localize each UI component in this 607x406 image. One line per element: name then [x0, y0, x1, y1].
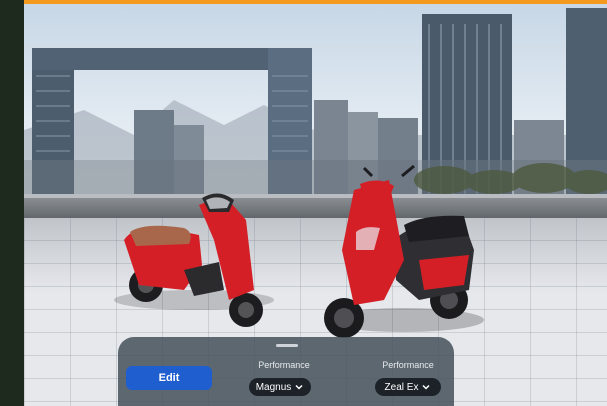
- left-performance-label: Performance: [258, 360, 310, 370]
- left-model-select[interactable]: Magnus: [249, 378, 311, 396]
- compare-panel: Edit Performance Magnus Performance Zeal…: [118, 337, 454, 406]
- right-model-select[interactable]: Zeal Ex: [375, 378, 441, 396]
- chevron-down-icon: [422, 384, 430, 390]
- right-performance-label: Performance: [382, 360, 434, 370]
- edit-button[interactable]: Edit: [126, 366, 212, 390]
- left-model-value: Magnus: [255, 381, 292, 393]
- chevron-down-icon: [295, 384, 303, 390]
- right-model-value: Zeal Ex: [384, 381, 419, 393]
- drag-handle[interactable]: [276, 344, 298, 347]
- viewer-scene: Edit Performance Magnus Performance Zeal…: [24, 0, 607, 406]
